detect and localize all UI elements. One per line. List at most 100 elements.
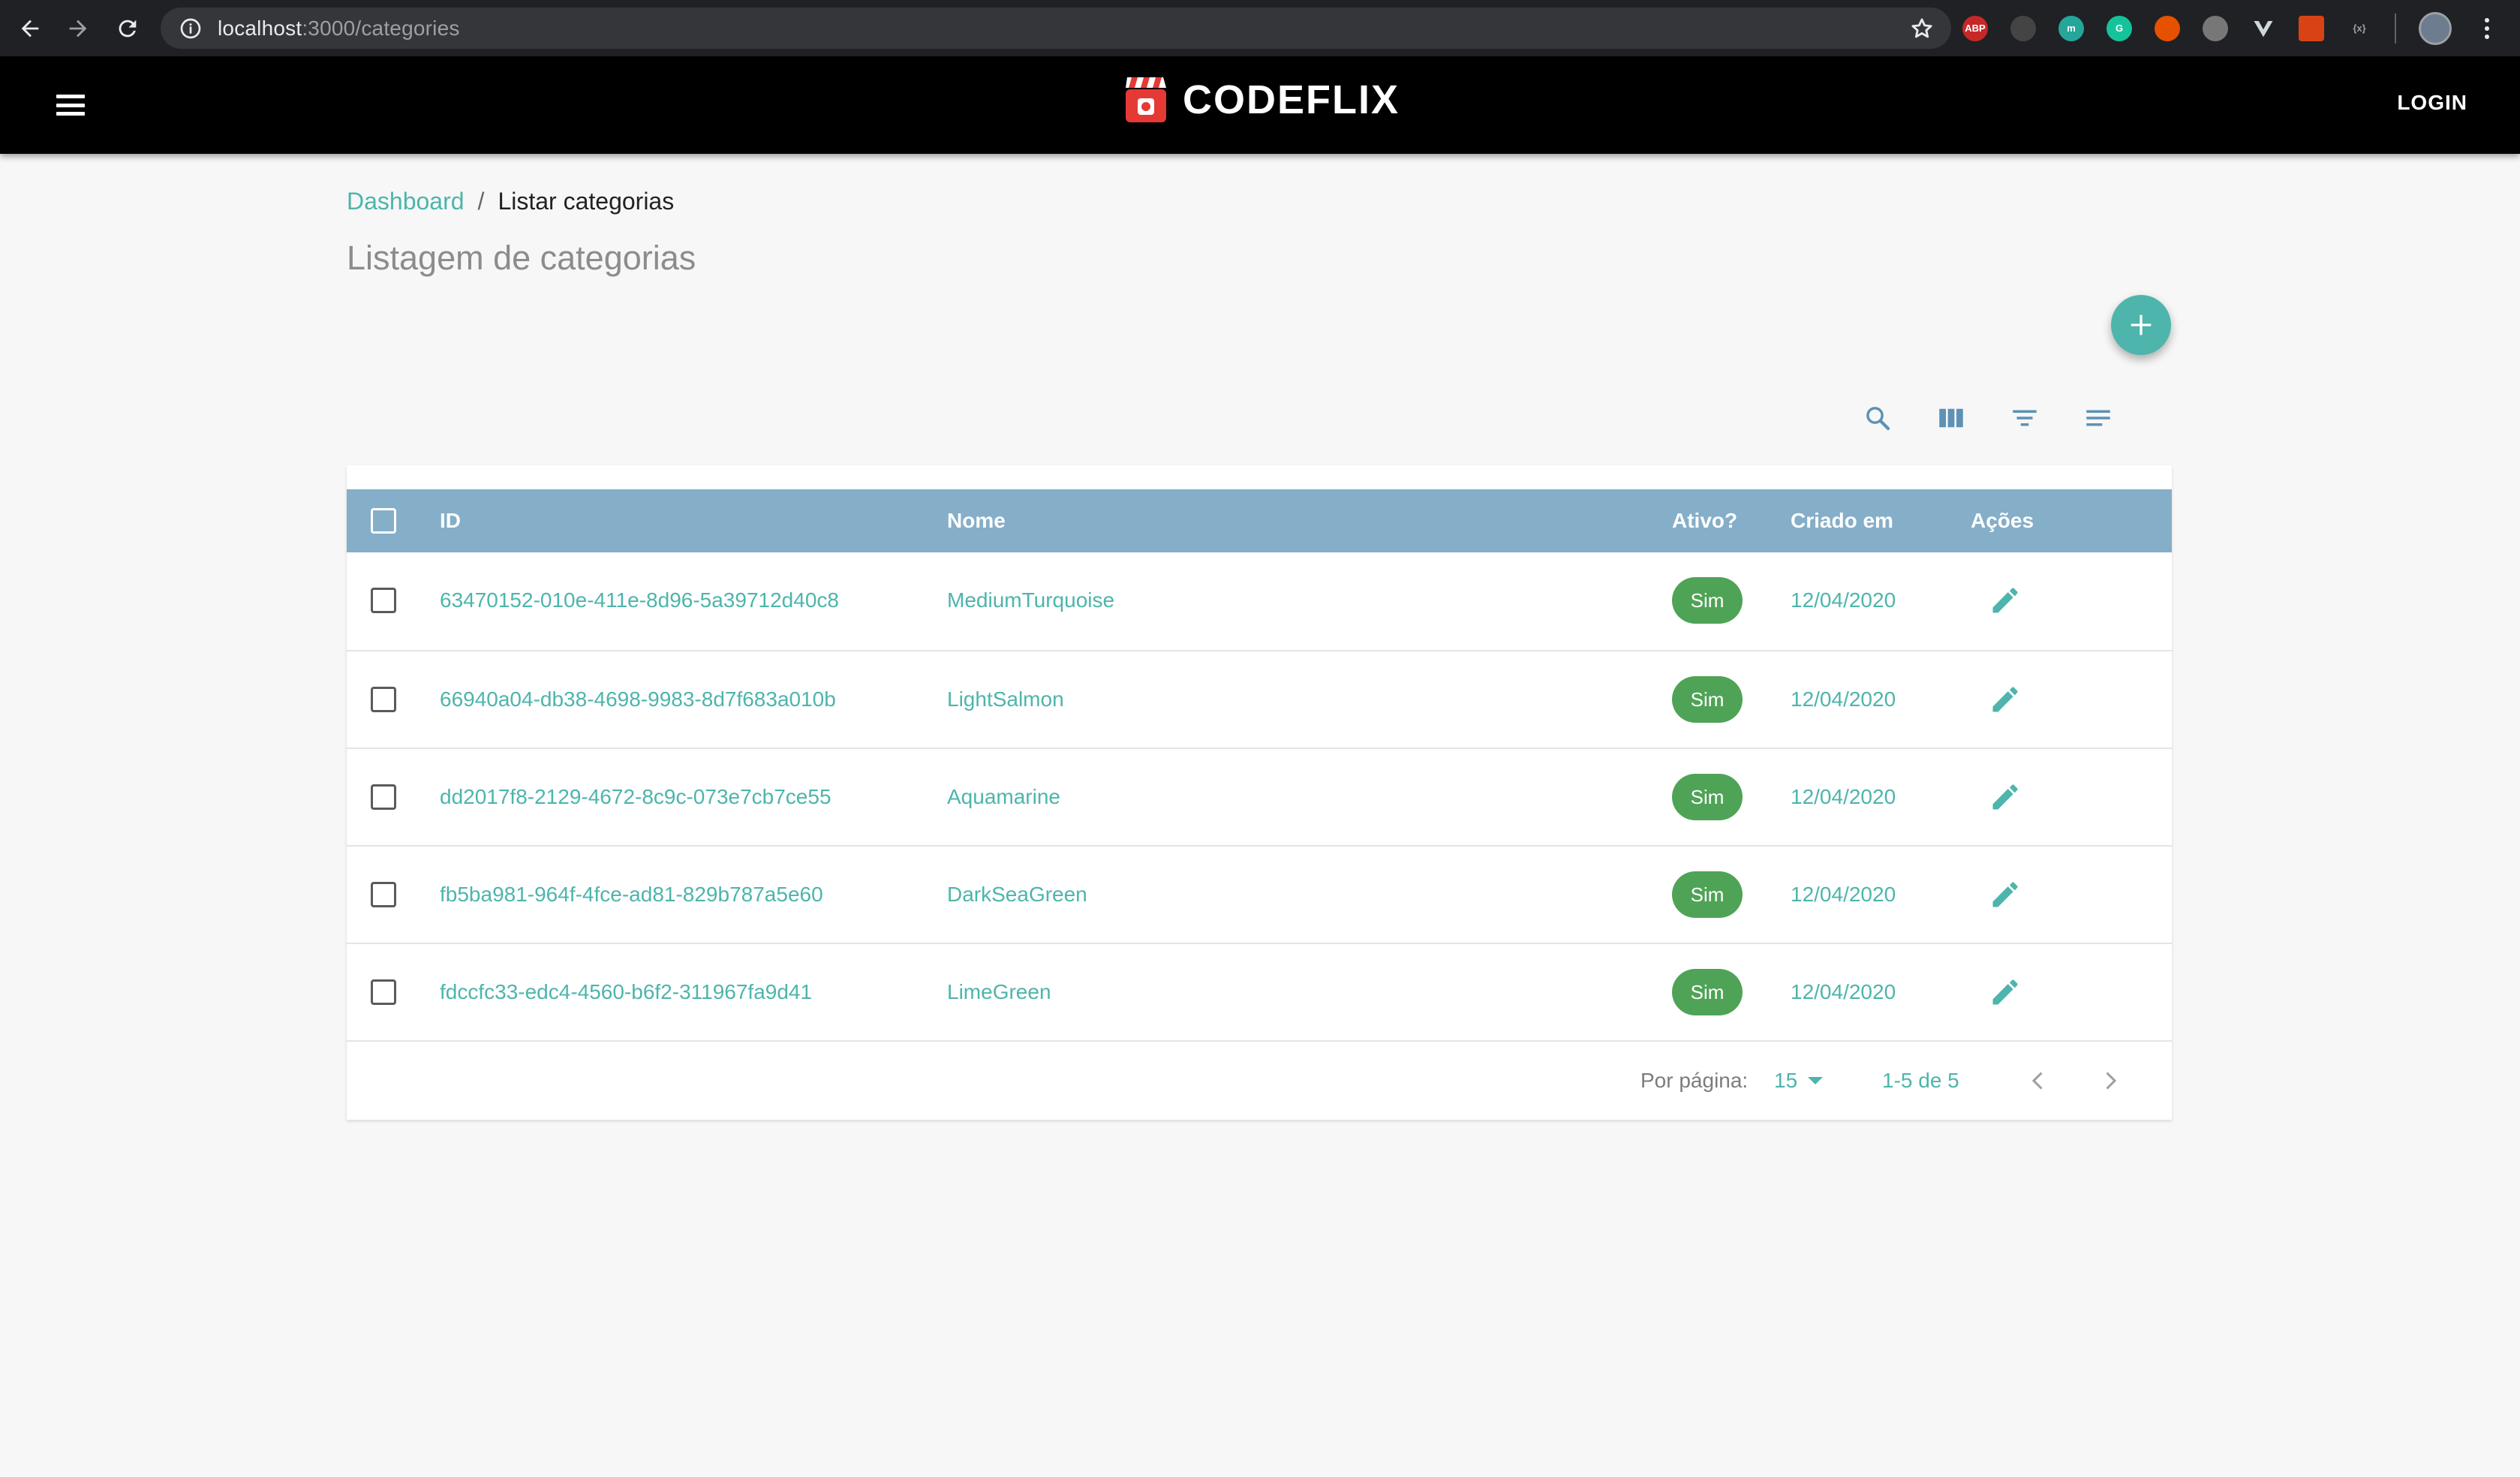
login-button[interactable]: LOGIN	[2397, 91, 2467, 115]
extension-icon[interactable]	[2010, 15, 2036, 41]
edit-button[interactable]	[1989, 847, 2022, 943]
menu-icon[interactable]	[54, 92, 87, 118]
extension-icon[interactable]	[2299, 15, 2324, 41]
search-button[interactable]	[1861, 402, 1894, 435]
column-header-ativo[interactable]: Ativo?	[1672, 489, 1737, 552]
info-icon[interactable]	[179, 17, 203, 41]
table-pagination: Por página: 15 1-5 de 5	[347, 1040, 2172, 1120]
vue-devtools-icon[interactable]	[2251, 16, 2276, 41]
status-chip: Sim	[1672, 969, 1743, 1015]
table-toolbar	[1861, 402, 2115, 435]
rows-per-page-label: Por página:	[1640, 1069, 1749, 1092]
rows-per-page-select[interactable]: 15	[1774, 1042, 1824, 1120]
table-row: dd2017f8-2129-4672-8c9c-073e7cb7ce55 Aqu…	[347, 748, 2172, 845]
cell-id: 63470152-010e-411e-8d96-5a39712d40c8	[440, 588, 839, 612]
cell-criado-em: 12/04/2020	[1791, 883, 1896, 906]
cell-criado-em: 12/04/2020	[1791, 687, 1896, 711]
cell-id: fdccfc33-edc4-4560-b6f2-311967fa9d41	[440, 980, 813, 1003]
adblock-extension-icon[interactable]: ABP	[1962, 15, 1988, 41]
edit-pencil-icon	[1992, 882, 2018, 907]
next-page-button[interactable]	[2097, 1042, 2124, 1120]
search-icon	[1866, 407, 1890, 431]
cell-criado-em: 12/04/2020	[1791, 588, 1896, 612]
breadcrumb-separator: /	[477, 188, 485, 215]
plus-icon	[2131, 314, 2152, 335]
profile-avatar[interactable]	[2419, 11, 2452, 45]
cell-nome: LimeGreen	[947, 980, 1051, 1003]
row-checkbox[interactable]	[371, 687, 396, 712]
cell-criado-em: 12/04/2020	[1791, 980, 1896, 1003]
extensions-area: ABP m G {x}	[1962, 8, 2500, 49]
brand[interactable]: CODEFLIX	[1123, 74, 1400, 125]
reload-icon[interactable]	[105, 6, 150, 51]
table-body: 63470152-010e-411e-8d96-5a39712d40c8 Med…	[347, 552, 2172, 1040]
browser-menu-icon[interactable]	[2474, 16, 2500, 41]
table-row: 66940a04-db38-4698-9983-8d7f683a010b Lig…	[347, 650, 2172, 748]
rows-per-page-value: 15	[1774, 1069, 1798, 1092]
status-chip: Sim	[1672, 774, 1743, 820]
extension-icon[interactable]	[2203, 15, 2228, 41]
extension-icon[interactable]: {x}	[2347, 16, 2372, 41]
row-checkbox[interactable]	[371, 882, 396, 907]
back-icon[interactable]	[8, 6, 53, 51]
extension-icon[interactable]	[2155, 15, 2180, 41]
edit-pencil-icon	[1992, 784, 2018, 810]
row-checkbox[interactable]	[371, 979, 396, 1005]
app-bar: CODEFLIX LOGIN	[0, 56, 2520, 154]
edit-button[interactable]	[1989, 944, 2022, 1040]
forward-icon[interactable]	[56, 6, 101, 51]
edit-pencil-icon	[1992, 687, 2018, 712]
table-header-bar: ID Nome Ativo? Criado em Ações	[347, 489, 2172, 552]
cell-nome: Aquamarine	[947, 785, 1060, 808]
cell-nome: LightSalmon	[947, 687, 1064, 711]
breadcrumb: Dashboard / Listar categorias	[347, 188, 674, 215]
extension-icon[interactable]: m	[2058, 15, 2084, 41]
toolbar-divider	[2395, 13, 2396, 44]
column-header-nome[interactable]: Nome	[947, 489, 1006, 552]
column-header-criado-em[interactable]: Criado em	[1791, 489, 1893, 552]
clapperboard-logo-icon	[1126, 77, 1166, 122]
edit-button[interactable]	[1989, 651, 2022, 748]
previous-page-button[interactable]	[2025, 1042, 2052, 1120]
row-checkbox[interactable]	[371, 784, 396, 810]
view-columns-icon	[1939, 408, 1963, 428]
edit-button[interactable]	[1989, 749, 2022, 845]
column-header-acoes: Ações	[1971, 509, 2034, 532]
chevron-left-icon	[2031, 1072, 2043, 1090]
view-columns-button[interactable]	[1935, 402, 1968, 435]
status-chip: Sim	[1672, 871, 1743, 918]
cell-criado-em: 12/04/2020	[1791, 785, 1896, 808]
table-row: fdccfc33-edc4-4560-b6f2-311967fa9d41 Lim…	[347, 943, 2172, 1040]
edit-button[interactable]	[1989, 552, 2022, 648]
page-title: Listagem de categorias	[347, 239, 696, 277]
breadcrumb-link-dashboard[interactable]: Dashboard	[347, 188, 465, 215]
select-all-checkbox[interactable]	[371, 508, 396, 534]
filter-button[interactable]	[2008, 402, 2041, 435]
table-row: fb5ba981-964f-4fce-ad81-829b787a5e60 Dar…	[347, 845, 2172, 943]
breadcrumb-current: Listar categorias	[498, 188, 675, 215]
pagination-range: 1-5 de 5	[1882, 1069, 1959, 1092]
cell-nome: DarkSeaGreen	[947, 883, 1087, 906]
select-all-checkbox-cell	[371, 489, 396, 552]
bookmark-star-icon[interactable]	[1909, 16, 1935, 41]
chevron-right-icon	[2106, 1072, 2117, 1090]
density-button[interactable]	[2082, 402, 2115, 435]
status-chip: Sim	[1672, 577, 1743, 624]
column-header-id[interactable]: ID	[440, 489, 461, 552]
cell-id: dd2017f8-2129-4672-8c9c-073e7cb7ce55	[440, 785, 831, 808]
categories-table: ID Nome Ativo? Criado em Ações 63470152-…	[347, 465, 2172, 1120]
filter-list-icon	[2013, 410, 2037, 426]
table-row: 63470152-010e-411e-8d96-5a39712d40c8 Med…	[347, 552, 2172, 650]
row-checkbox[interactable]	[371, 588, 396, 613]
notes-icon	[2086, 410, 2110, 426]
edit-pencil-icon	[1992, 979, 2018, 1005]
address-bar[interactable]: localhost:3000/categories	[161, 8, 1951, 49]
dropdown-caret-icon	[1808, 1077, 1824, 1084]
table-header: ID Nome Ativo? Criado em Ações	[347, 465, 2172, 552]
browser-toolbar: localhost:3000/categories ABP m G {x}	[0, 0, 2520, 56]
status-chip: Sim	[1672, 676, 1743, 723]
url-text: localhost:3000/categories	[218, 16, 460, 40]
brand-name: CODEFLIX	[1183, 77, 1400, 122]
grammarly-extension-icon[interactable]: G	[2107, 15, 2132, 41]
add-category-button[interactable]	[2111, 295, 2171, 355]
